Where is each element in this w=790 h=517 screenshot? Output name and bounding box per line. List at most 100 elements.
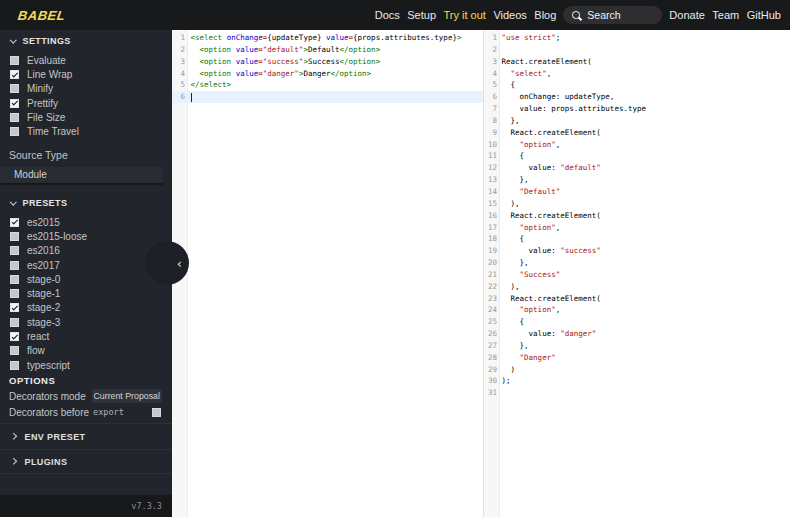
decorators-before-checkbox[interactable] <box>152 408 161 417</box>
checkbox-unchecked[interactable] <box>10 318 19 327</box>
code-line[interactable]: ), <box>502 198 647 210</box>
nav-link-setup[interactable]: Setup <box>407 9 436 21</box>
checkbox-row-stage-0[interactable]: stage-0 <box>0 272 172 286</box>
nav-right-links: Donate Team GitHub <box>669 9 781 21</box>
nav-link-blog[interactable]: Blog <box>534 9 556 21</box>
checkbox-row-stage-2[interactable]: stage-2 <box>0 301 172 315</box>
checkbox-unchecked[interactable] <box>10 261 19 270</box>
code-line[interactable]: value: "success" <box>502 245 647 257</box>
code-line[interactable]: React.createElement( <box>502 56 647 68</box>
plugins-section-header[interactable]: PLUGINS <box>0 449 172 473</box>
code-line[interactable]: value: props.attributes.type <box>502 103 647 115</box>
code-line[interactable]: React.createElement( <box>502 210 647 222</box>
checkbox-unchecked[interactable] <box>10 275 19 284</box>
code-line[interactable]: ) <box>502 364 647 376</box>
nav-link-docs[interactable]: Docs <box>375 9 400 21</box>
checkbox-checked[interactable] <box>10 218 19 227</box>
checkbox-unchecked[interactable] <box>10 289 19 298</box>
code-line[interactable]: "option", <box>502 139 647 151</box>
code-line[interactable] <box>191 91 462 103</box>
sidebar-collapse-button[interactable]: ‹ <box>145 241 189 285</box>
output-editor[interactable]: 1234567891011121314151617181920212223242… <box>483 30 790 517</box>
nav-link-videos[interactable]: Videos <box>493 9 526 21</box>
checkbox-label: react <box>27 331 49 342</box>
checkbox-checked[interactable] <box>10 332 19 341</box>
checkbox-row-react[interactable]: react <box>0 329 172 343</box>
checkbox-row-line-wrap[interactable]: Line Wrap <box>0 67 172 81</box>
nav-link-try-it-out[interactable]: Try it out <box>444 9 486 21</box>
code-line[interactable] <box>502 44 647 56</box>
checkbox-row-stage-1[interactable]: stage-1 <box>0 286 172 300</box>
code-line[interactable]: "Default" <box>502 186 647 198</box>
checkbox-unchecked[interactable] <box>10 127 19 136</box>
code-line[interactable]: { <box>502 150 647 162</box>
code-line[interactable]: <option value="success">Success</option> <box>191 56 462 68</box>
code-line[interactable]: { <box>502 79 647 91</box>
decorators-mode-button[interactable]: Current Proposal <box>92 389 162 403</box>
checkbox-checked[interactable] <box>10 303 19 312</box>
code-line[interactable]: <select onChange={updateType} value={pro… <box>191 32 462 44</box>
output-code[interactable]: "use strict"; React.createElement( "selec… <box>502 32 647 399</box>
code-line[interactable]: ), <box>502 281 647 293</box>
line-number: 21 <box>484 269 497 281</box>
env-preset-section-header[interactable]: ENV PRESET <box>0 423 172 449</box>
checkbox-label: es2015 <box>27 217 60 228</box>
checkbox-checked[interactable] <box>10 99 19 108</box>
checkbox-row-es2015[interactable]: es2015 <box>0 215 172 229</box>
code-line[interactable]: }, <box>502 257 647 269</box>
checkbox-row-time-travel[interactable]: Time Travel <box>0 124 172 138</box>
code-line[interactable]: { <box>502 233 647 245</box>
source-editor[interactable]: 123456 <select onChange={updateType} val… <box>172 30 483 517</box>
checkbox-row-evaluate[interactable]: Evaluate <box>0 53 172 67</box>
code-line[interactable]: value: "default" <box>502 162 647 174</box>
code-line[interactable]: <option value="danger">Danger</option> <box>191 68 462 80</box>
code-line[interactable]: "Danger" <box>502 352 647 364</box>
code-line[interactable]: value: "danger" <box>502 328 647 340</box>
code-line[interactable]: "use strict"; <box>502 32 647 44</box>
checkbox-unchecked[interactable] <box>10 232 19 241</box>
checkbox-unchecked[interactable] <box>10 113 19 122</box>
checkbox-unchecked[interactable] <box>10 246 19 255</box>
code-line[interactable]: }, <box>502 115 647 127</box>
nav-links: Docs Setup Try it out Videos Blog <box>375 9 557 21</box>
code-line[interactable]: React.createElement( <box>502 127 647 139</box>
checkbox-row-typescript[interactable]: typescript <box>0 358 172 372</box>
line-number: 27 <box>484 340 497 352</box>
checkbox-row-prettify[interactable]: Prettify <box>0 96 172 110</box>
source-code[interactable]: <select onChange={updateType} value={pro… <box>191 32 462 103</box>
checkbox-unchecked[interactable] <box>10 56 19 65</box>
source-type-select[interactable]: Module <box>0 167 163 185</box>
code-line[interactable]: </select> <box>191 79 462 91</box>
chevron-right-icon <box>10 458 16 464</box>
babel-logo[interactable]: BABEL <box>17 8 66 23</box>
code-line[interactable] <box>502 387 647 399</box>
code-line[interactable]: "option", <box>502 304 647 316</box>
code-line[interactable]: }, <box>502 340 647 352</box>
presets-section-header[interactable]: PRESETS <box>0 197 172 209</box>
checkbox-row-flow[interactable]: flow <box>0 344 172 358</box>
checkbox-unchecked[interactable] <box>10 84 19 93</box>
code-line[interactable]: React.createElement( <box>502 293 647 305</box>
checkbox-unchecked[interactable] <box>10 361 19 370</box>
code-line[interactable]: "Success" <box>502 269 647 281</box>
nav-link-donate[interactable]: Donate <box>669 9 704 21</box>
line-number: 2 <box>172 44 185 56</box>
code-line[interactable]: onChange: updateType, <box>502 91 647 103</box>
search-input[interactable]: Search <box>563 6 662 24</box>
checkbox-row-stage-3[interactable]: stage-3 <box>0 315 172 329</box>
code-line[interactable]: }, <box>502 174 647 186</box>
chevron-down-icon <box>10 198 16 204</box>
code-line[interactable]: { <box>502 316 647 328</box>
nav-link-team[interactable]: Team <box>712 9 739 21</box>
checkbox-row-file-size[interactable]: File Size <box>0 110 172 124</box>
code-line[interactable]: "option", <box>502 222 647 234</box>
code-line[interactable]: "select", <box>502 68 647 80</box>
checkbox-row-es2015-loose[interactable]: es2015-loose <box>0 229 172 243</box>
code-line[interactable]: ); <box>502 375 647 387</box>
nav-link-github[interactable]: GitHub <box>747 9 781 21</box>
code-line[interactable]: <option value="default">Default</option> <box>191 44 462 56</box>
checkbox-checked[interactable] <box>10 70 19 79</box>
checkbox-unchecked[interactable] <box>10 346 19 355</box>
checkbox-row-minify[interactable]: Minify <box>0 82 172 96</box>
settings-section-header[interactable]: SETTINGS <box>0 35 172 47</box>
